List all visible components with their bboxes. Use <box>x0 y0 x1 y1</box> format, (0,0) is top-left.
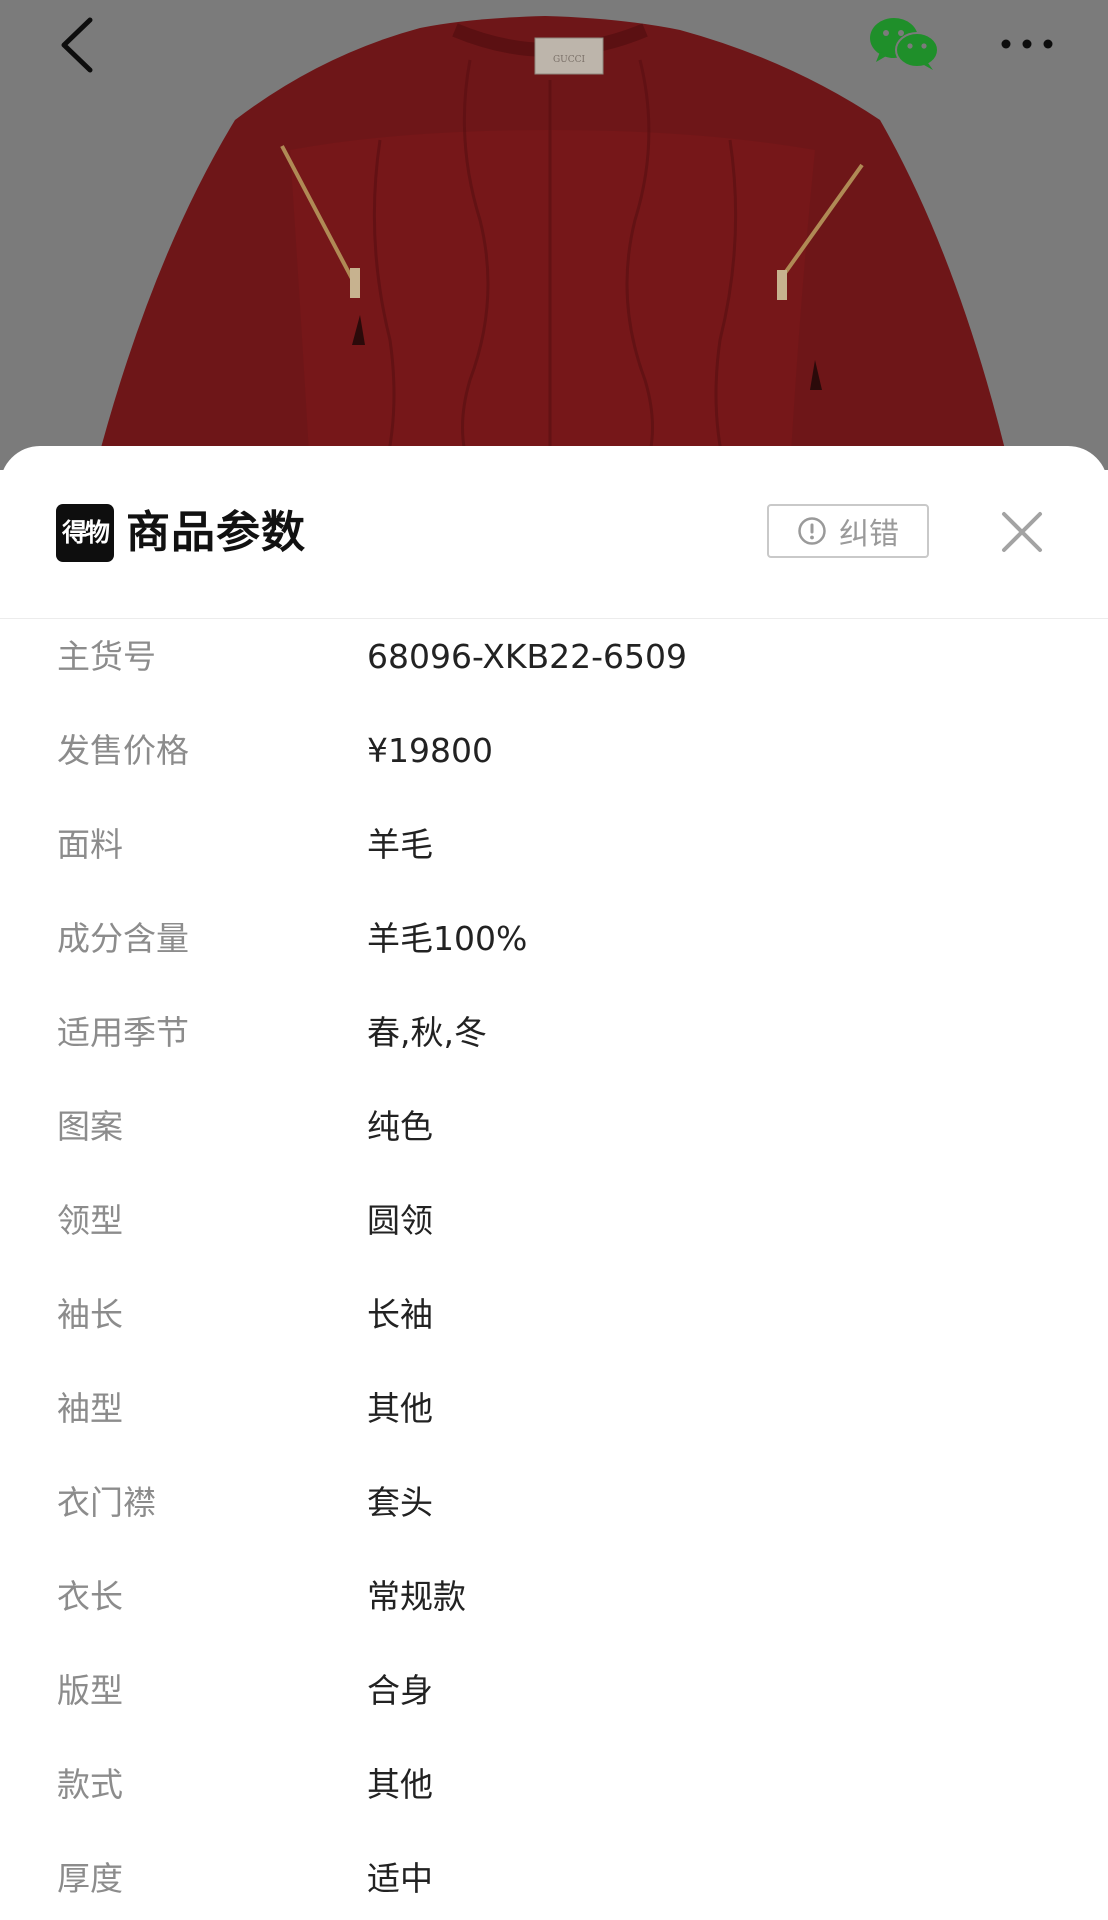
param-label: 主货号 <box>57 637 156 676</box>
param-row: 适用季节 春,秋,冬 <box>0 994 1108 1088</box>
param-label: 款式 <box>57 1765 123 1804</box>
param-value: 套头 <box>367 1483 433 1522</box>
param-value: 68096-XKB22-6509 <box>367 637 688 676</box>
brand-label-text: GUCCI <box>553 55 586 65</box>
param-label: 袖型 <box>57 1389 123 1428</box>
param-value: 春,秋,冬 <box>367 1013 487 1052</box>
param-label: 发售价格 <box>57 731 189 770</box>
report-error-button[interactable]: 纠错 <box>767 504 929 558</box>
param-value: 羊毛100% <box>367 919 528 958</box>
param-row: 领型 圆领 <box>0 1182 1108 1276</box>
close-button[interactable] <box>996 506 1048 558</box>
param-value: 其他 <box>367 1389 433 1428</box>
param-label: 袖长 <box>57 1295 123 1334</box>
param-list: 主货号 68096-XKB22-6509 发售价格 ¥19800 面料 羊毛 成… <box>0 618 1108 1920</box>
param-value: 圆领 <box>367 1201 433 1240</box>
param-label: 衣长 <box>57 1577 123 1616</box>
back-button[interactable] <box>52 12 112 82</box>
product-image-area: GUCCI <box>0 0 1108 470</box>
param-value: ¥19800 <box>367 731 493 770</box>
param-row: 款式 其他 <box>0 1746 1108 1840</box>
param-row: 版型 合身 <box>0 1652 1108 1746</box>
param-value: 羊毛 <box>367 825 433 864</box>
param-row: 面料 羊毛 <box>0 806 1108 900</box>
chevron-left-icon <box>61 17 93 73</box>
wechat-share-button[interactable] <box>868 12 948 72</box>
sheet-title: 商品参数 <box>126 507 306 558</box>
param-row: 主货号 68096-XKB22-6509 <box>0 618 1108 712</box>
param-value: 常规款 <box>367 1577 466 1616</box>
param-label: 领型 <box>57 1201 123 1240</box>
product-params-sheet: 得物 商品参数 纠错 主货号 68096-XKB22-6509 发售价格 ¥19… <box>0 446 1108 1920</box>
close-icon <box>1002 512 1042 552</box>
param-value: 适中 <box>367 1859 433 1898</box>
param-row: 袖长 长袖 <box>0 1276 1108 1370</box>
report-error-label: 纠错 <box>839 517 899 552</box>
param-label: 成分含量 <box>57 919 189 958</box>
more-button[interactable] <box>992 18 1062 68</box>
param-label: 衣门襟 <box>57 1483 156 1522</box>
alert-circle-icon <box>798 517 826 545</box>
param-label: 图案 <box>57 1107 123 1146</box>
param-row: 袖型 其他 <box>0 1370 1108 1464</box>
param-value: 其他 <box>367 1765 433 1804</box>
param-row: 发售价格 ¥19800 <box>0 712 1108 806</box>
param-value: 长袖 <box>367 1295 433 1334</box>
more-dots-icon <box>1001 39 1053 49</box>
param-row: 成分含量 羊毛100% <box>0 900 1108 994</box>
param-row: 衣门襟 套头 <box>0 1464 1108 1558</box>
dewu-logo: 得物 <box>56 504 114 562</box>
param-label: 厚度 <box>57 1859 123 1898</box>
param-label: 面料 <box>57 825 123 864</box>
param-value: 合身 <box>367 1671 433 1710</box>
param-row: 图案 纯色 <box>0 1088 1108 1182</box>
param-row: 厚度 适中 <box>0 1840 1108 1920</box>
param-label: 版型 <box>57 1671 123 1710</box>
param-label: 适用季节 <box>57 1013 189 1052</box>
param-value: 纯色 <box>367 1107 433 1146</box>
sheet-header: 得物 商品参数 纠错 <box>0 446 1108 619</box>
param-row: 衣长 常规款 <box>0 1558 1108 1652</box>
wechat-icon <box>870 18 939 70</box>
